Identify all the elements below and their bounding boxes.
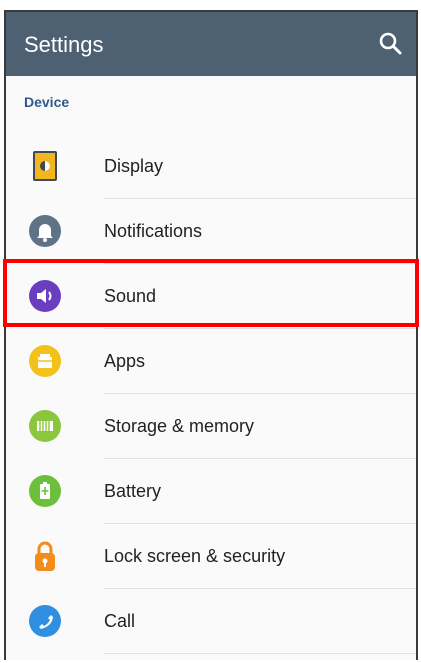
settings-item-label: Call — [104, 611, 136, 631]
settings-item-battery[interactable]: Battery — [6, 459, 416, 524]
settings-item-label: Apps — [104, 351, 146, 371]
settings-list: Display Notifications Sound Apps Storage… — [6, 134, 416, 654]
section-header-device: Device — [24, 94, 70, 110]
battery-icon — [28, 474, 62, 508]
settings-item-display[interactable]: Display — [6, 134, 416, 199]
page-title: Settings — [24, 32, 104, 57]
memory-chip-icon — [28, 409, 62, 443]
phone-icon — [28, 604, 62, 638]
settings-item-label: Storage & memory — [104, 416, 255, 436]
settings-item-label: Notifications — [104, 221, 203, 241]
device-frame: Settings Device Display Notifications So… — [4, 10, 418, 660]
settings-item-label: Sound — [104, 286, 157, 306]
settings-item-label: Display — [104, 156, 164, 176]
search-icon[interactable] — [376, 29, 404, 57]
settings-item-label: Lock screen & security — [104, 546, 286, 566]
settings-item-storage-memory[interactable]: Storage & memory — [6, 394, 416, 459]
settings-item-label: Battery — [104, 481, 162, 501]
divider — [104, 653, 416, 654]
settings-item-apps[interactable]: Apps — [6, 329, 416, 394]
display-icon — [28, 149, 62, 183]
speaker-icon — [28, 279, 62, 313]
bell-icon — [28, 214, 62, 248]
lock-icon — [28, 539, 62, 573]
apps-icon — [28, 344, 62, 378]
settings-item-notifications[interactable]: Notifications — [6, 199, 416, 264]
settings-item-lock-screen-security[interactable]: Lock screen & security — [6, 524, 416, 589]
settings-item-call[interactable]: Call — [6, 589, 416, 654]
app-bar: Settings — [6, 12, 416, 76]
settings-item-sound[interactable]: Sound — [6, 264, 416, 329]
